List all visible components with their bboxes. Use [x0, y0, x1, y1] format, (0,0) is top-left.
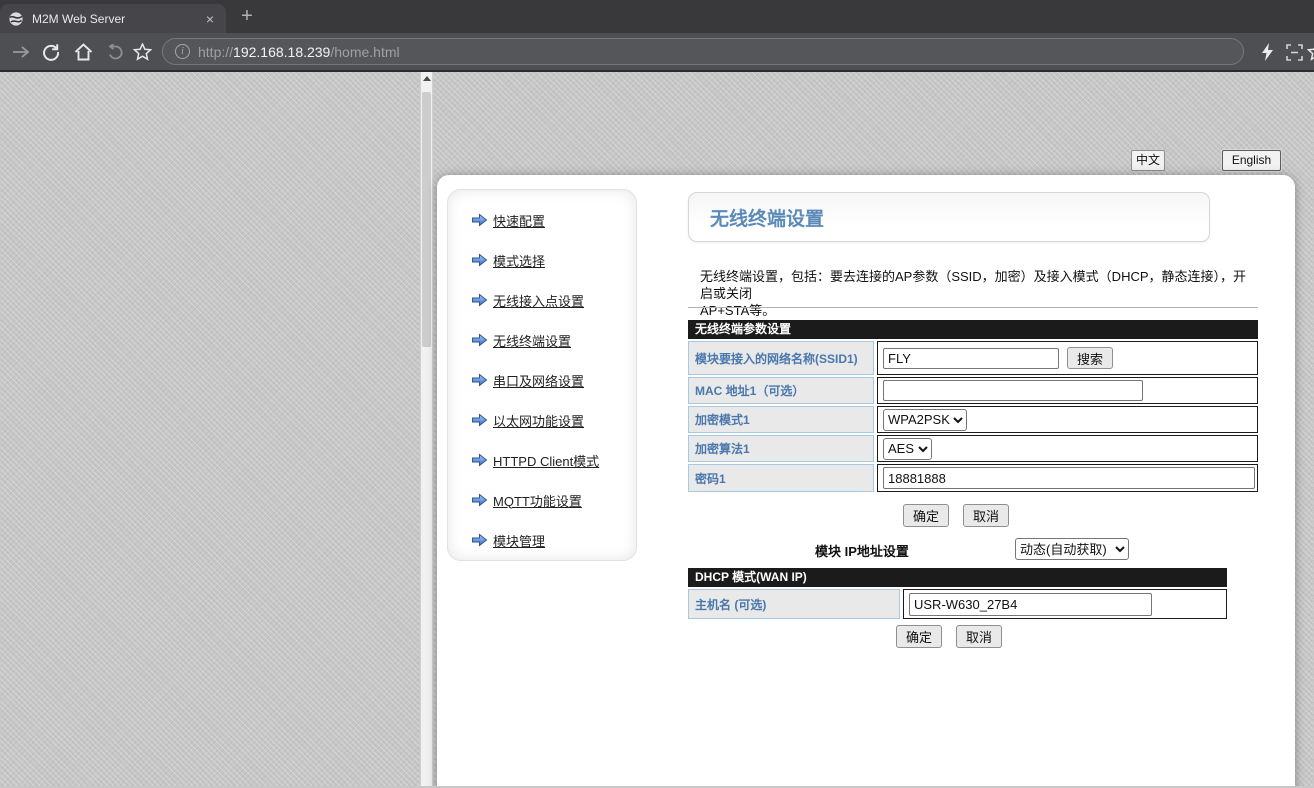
browser-toolbar: i http://192.168.18.239/home.html: [0, 33, 1314, 72]
frame-scrollbar[interactable]: [420, 72, 433, 786]
table-row: MAC 地址1（可选）: [688, 377, 1258, 404]
sidebar-item-ethernet[interactable]: 以太网功能设置: [448, 400, 636, 440]
site-favicon-icon: [8, 11, 24, 27]
dhcp-table-header: DHCP 模式(WAN IP): [688, 568, 1227, 587]
ok-button[interactable]: 确定: [903, 504, 949, 527]
arrow-icon: [471, 533, 488, 547]
sidebar-item-serial-network[interactable]: 串口及网络设置: [448, 360, 636, 400]
url-text: http://192.168.18.239/home.html: [198, 44, 400, 60]
sidebar-item-quick-config[interactable]: 快速配置: [448, 200, 636, 240]
table-row: 加密算法1 AES: [688, 435, 1258, 462]
hostname-cell: [903, 589, 1227, 619]
arrow-icon: [471, 333, 488, 347]
page-viewport: 中文 English 快速配置 模式选择 无线接入点设置: [0, 72, 1314, 786]
dhcp-actions: 确定 取消: [896, 625, 1002, 648]
sta-params-table: 无线终端参数设置 模块要接入的网络名称(SSID1) 搜索 MAC 地址1（可选…: [688, 320, 1258, 492]
encryption-algorithm-select[interactable]: AES: [883, 438, 932, 460]
cancel-button[interactable]: 取消: [963, 504, 1009, 527]
url-scheme: http://: [198, 44, 233, 60]
mac-cell: [877, 377, 1258, 404]
scroll-up-arrow-icon[interactable]: [421, 76, 432, 86]
sidebar-item-mode-select[interactable]: 模式选择: [448, 240, 636, 280]
scrollbar-thumb[interactable]: [422, 92, 431, 347]
page-info-icon[interactable]: i: [175, 44, 190, 59]
password-input[interactable]: [883, 467, 1255, 489]
table-row: 主机名 (可选): [688, 589, 1227, 619]
tab-close-icon[interactable]: ×: [202, 11, 218, 27]
ssid-label: 模块要接入的网络名称(SSID1): [688, 341, 874, 375]
table-row: 模块要接入的网络名称(SSID1) 搜索: [688, 341, 1258, 375]
sidebar-item-wireless-sta[interactable]: 无线终端设置: [448, 320, 636, 360]
tab-strip: M2M Web Server × +: [0, 0, 1314, 33]
sidebar-item-label[interactable]: HTTPD Client模式: [493, 451, 599, 470]
undo-icon[interactable]: [104, 41, 126, 63]
password-label: 密码1: [688, 464, 874, 492]
sta-actions: 确定 取消: [903, 504, 1009, 527]
divider: [688, 307, 1258, 308]
sidebar-item-httpd-client[interactable]: HTTPD Client模式: [448, 440, 636, 480]
mac-input[interactable]: [883, 380, 1143, 401]
page-title-box: 无线终端设置: [688, 192, 1210, 242]
page-description: 无线终端设置，包括：要去连接的AP参数（SSID，加密）及接入模式（DHCP，静…: [700, 268, 1258, 319]
browser-tab[interactable]: M2M Web Server ×: [0, 4, 226, 33]
arrow-icon: [471, 453, 488, 467]
encryption-algorithm-label: 加密算法1: [688, 435, 874, 462]
sidebar-item-label[interactable]: 模式选择: [493, 251, 545, 270]
table-row: 密码1: [688, 464, 1258, 492]
arrow-icon: [471, 413, 488, 427]
dhcp-table: DHCP 模式(WAN IP) 主机名 (可选): [688, 568, 1227, 619]
encryption-mode-cell: WPA2PSK: [877, 406, 1258, 433]
new-tab-button[interactable]: +: [234, 4, 260, 30]
password-cell: [877, 464, 1258, 492]
sidebar-item-wireless-ap[interactable]: 无线接入点设置: [448, 280, 636, 320]
encryption-algorithm-cell: AES: [877, 435, 1258, 462]
ip-setting-label: 模块 IP地址设置: [815, 541, 909, 560]
lang-english-button[interactable]: English: [1222, 150, 1281, 171]
sidebar-menu: 快速配置 模式选择 无线接入点设置 无线终端设置 串口及网络设置: [447, 189, 637, 561]
star-edge-icon[interactable]: [1305, 41, 1314, 63]
lightning-icon[interactable]: [1256, 41, 1278, 63]
bookmark-star-icon[interactable]: [131, 41, 153, 63]
arrow-icon: [471, 213, 488, 227]
sidebar-item-label[interactable]: 无线终端设置: [493, 331, 571, 350]
arrow-icon: [471, 253, 488, 267]
content-card: 快速配置 模式选择 无线接入点设置 无线终端设置 串口及网络设置: [437, 175, 1295, 786]
url-host: 192.168.18.239: [233, 44, 330, 60]
ssid-cell: 搜索: [877, 341, 1258, 375]
home-icon[interactable]: [72, 41, 94, 63]
hostname-label: 主机名 (可选): [688, 589, 900, 619]
mac-label: MAC 地址1（可选）: [688, 377, 874, 404]
ok-button[interactable]: 确定: [896, 625, 942, 648]
tab-title: M2M Web Server: [32, 12, 202, 26]
search-button[interactable]: 搜索: [1067, 347, 1113, 369]
ip-setting-row: 模块 IP地址设置 动态(自动获取): [688, 538, 1227, 562]
sidebar-item-module-management[interactable]: 模块管理: [448, 520, 636, 560]
sidebar-item-label[interactable]: MQTT功能设置: [493, 491, 582, 510]
encryption-mode-select[interactable]: WPA2PSK: [883, 409, 967, 431]
hostname-input[interactable]: [909, 593, 1152, 616]
sidebar-item-mqtt[interactable]: MQTT功能设置: [448, 480, 636, 520]
arrow-icon: [471, 493, 488, 507]
cancel-button[interactable]: 取消: [956, 625, 1002, 648]
url-path: /home.html: [330, 44, 399, 60]
page-title: 无线终端设置: [689, 204, 824, 231]
arrow-icon: [471, 373, 488, 387]
browser-window: M2M Web Server × + i http://192.168.18.2…: [0, 0, 1314, 788]
encryption-mode-label: 加密模式1: [688, 406, 874, 433]
arrow-icon: [471, 293, 488, 307]
ssid-input[interactable]: [883, 348, 1059, 369]
fullscreen-icon[interactable]: [1283, 41, 1305, 63]
sta-table-header: 无线终端参数设置: [688, 320, 1258, 339]
sidebar-item-label[interactable]: 无线接入点设置: [493, 291, 584, 310]
sidebar-item-label[interactable]: 以太网功能设置: [493, 411, 584, 430]
table-row: 加密模式1 WPA2PSK: [688, 406, 1258, 433]
refresh-icon[interactable]: [40, 41, 62, 63]
lang-chinese-button[interactable]: 中文: [1131, 150, 1165, 171]
address-bar[interactable]: i http://192.168.18.239/home.html: [162, 38, 1244, 65]
sidebar-item-label[interactable]: 快速配置: [493, 211, 545, 230]
sidebar-item-label[interactable]: 串口及网络设置: [493, 371, 584, 390]
ip-setting-select[interactable]: 动态(自动获取): [1015, 538, 1129, 560]
forward-icon[interactable]: [10, 41, 32, 63]
sidebar-item-label[interactable]: 模块管理: [493, 531, 545, 550]
